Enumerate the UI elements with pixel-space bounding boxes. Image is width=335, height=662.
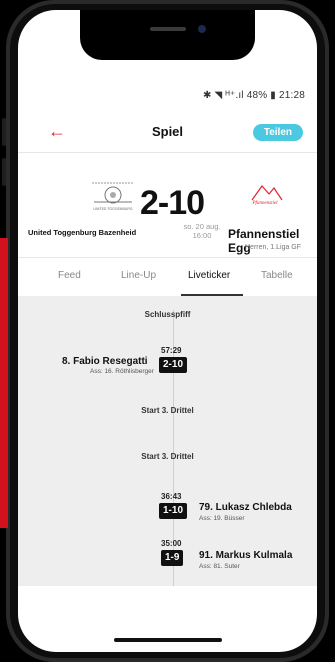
home-logo-caption: UNITED TOGGENBURG [93,207,132,211]
event-score-badge: 1-10 [159,503,188,519]
match-datetime: so. 20 aug. 16:00 [176,222,228,240]
event-time: 35:00 [161,539,182,548]
goal-scorer: 91. Markus Kulmala [199,550,293,561]
home-team-name[interactable]: United Toggenburg Bazenheid [28,228,136,237]
match-score: 2-10 [140,184,205,222]
tab-liveticker[interactable]: Liveticker [188,270,230,281]
goal-assist: Ass: 16. Röthlisberger [90,368,154,375]
match-divider [18,257,317,258]
tab-tabelle[interactable]: Tabelle [261,270,293,281]
home-team-logo[interactable]: UNITED TOGGENBURG [88,180,138,214]
background-red-tab [0,238,8,528]
away-team-logo[interactable]: Pfannenstiel [242,178,288,212]
volume-up-button [2,118,6,146]
match-header: UNITED TOGGENBURG 2-10 Pfannenstiel Unit… [18,162,317,257]
goal-assist: Ass: 19. Büsser [199,515,245,522]
goal-assist: Ass: 81. Suter [199,563,240,570]
tab-lineup[interactable]: Line-Up [121,270,156,281]
goal-scorer: 79. Lukasz Chlebda [199,502,292,513]
final-whistle-label: Schlusspfiff [144,310,191,319]
tab-feed[interactable]: Feed [58,270,81,281]
away-logo-caption: Pfannenstiel [252,201,279,206]
period-start-label: Start 3. Drittel [141,406,194,415]
volume-down-button [2,158,6,186]
goal-scorer: 8. Fabio Resegatti [62,356,148,367]
front-camera [198,25,206,33]
phone-screen: ✱ ◥ ᴴ⁺.ıl 48% ▮ 21:28 ← Spiel Teilen UNI… [18,10,317,652]
event-score-badge: 1-9 [161,550,184,566]
league-name: Herren, 1.Liga GF [245,244,302,251]
match-date: so. 20 aug. [183,222,221,231]
status-bar: ✱ ◥ ᴴ⁺.ıl 48% ▮ 21:28 [202,90,305,101]
app-bar: ← Spiel Teilen [18,114,317,152]
event-time: 36:43 [161,492,182,501]
period-start-label: Start 3. Drittel [141,452,194,461]
appbar-divider [18,152,317,153]
match-time: 16:00 [192,231,212,240]
tab-bar: Feed Line-Up Liveticker Tabelle [18,260,317,288]
speaker [150,27,186,31]
home-indicator[interactable] [114,638,222,642]
share-button[interactable]: Teilen [252,124,303,141]
event-score-badge: 2-10 [159,357,188,373]
notch [80,10,255,60]
event-time: 57:29 [161,346,182,355]
